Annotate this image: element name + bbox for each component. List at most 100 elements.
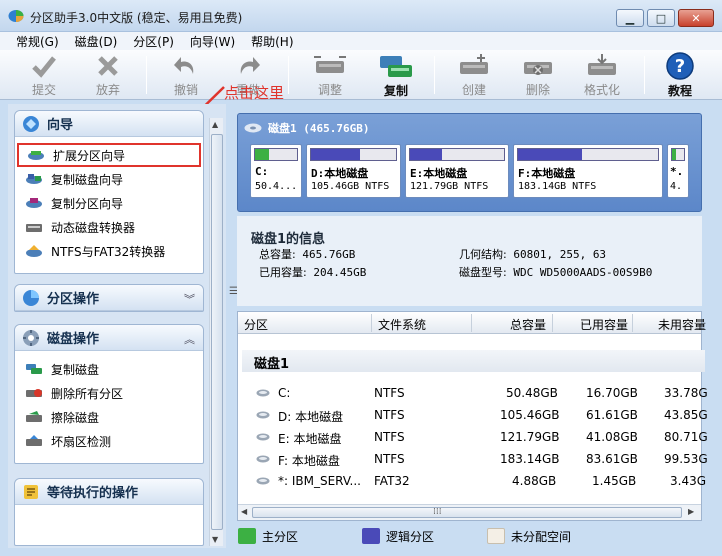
table-row[interactable]: D: 本地磁盘 NTFS 105.46GB 61.61GB 43.85G (238, 404, 708, 426)
table-horizontal-scrollbar[interactable]: ◀ ⁞⁞⁞ ▶ (238, 504, 701, 520)
partition-card-e[interactable]: E:本地磁盘 121.79GB NTFS (405, 144, 509, 198)
disk-group-row[interactable]: 磁盘1 (242, 350, 705, 372)
left-panel: 向导 扩展分区向导 复制磁盘向导 复制分区向导 动态磁盘转换器 NTFS与FAT… (8, 104, 226, 548)
table-row[interactable]: F: 本地磁盘 NTFS 183.14GB 83.61GB 99.53G (238, 448, 708, 470)
table-row[interactable]: C: NTFS 50.48GB 16.70GB 33.78G (238, 382, 708, 404)
wizard-group: 向导 扩展分区向导 复制磁盘向导 复制分区向导 动态磁盘转换器 NTFS与FAT… (14, 110, 204, 274)
scroll-left-icon[interactable]: ◀ (241, 507, 247, 516)
horizontal-scroll-thumb[interactable]: ⁞⁞⁞ (252, 507, 682, 518)
disk-map-title[interactable]: 磁盘1 (465.76GB) (244, 120, 369, 136)
usage-fill (410, 149, 442, 160)
copy-drive-icon (380, 56, 412, 77)
window-title: 分区助手3.0中文版 (稳定、易用且免费) (30, 11, 243, 25)
pending-ops-header[interactable]: 等待执行的操作 (15, 479, 203, 505)
total-capacity-row: 总容量: 465.76GB (259, 248, 356, 261)
column-partition[interactable]: 分区 (244, 316, 268, 333)
check-icon (32, 55, 56, 78)
disk-ops-icon (23, 329, 39, 346)
pending-ops-icon (24, 484, 38, 499)
column-divider[interactable] (371, 314, 372, 332)
copy-partition-icon (26, 198, 42, 208)
partition-ops-group: 分区操作 ︾ (14, 284, 204, 312)
wizard-icon (23, 115, 39, 132)
usage-fill (672, 149, 676, 160)
column-free[interactable]: 未用容量 (658, 316, 706, 333)
delete-drive-icon (524, 61, 552, 75)
column-divider[interactable] (471, 314, 472, 332)
menu-general[interactable]: 常规(G) (10, 32, 69, 50)
discard-button[interactable]: 放弃 (78, 52, 138, 98)
format-button[interactable]: 格式化 (572, 52, 632, 98)
drive-icon (256, 477, 270, 485)
usage-fill (255, 149, 269, 160)
scroll-right-icon[interactable]: ▶ (688, 507, 694, 516)
bad-sector-icon (26, 435, 42, 446)
legend-primary: 主分区 (238, 526, 298, 546)
wipe-disk-item[interactable]: 擦除磁盘 (15, 405, 203, 429)
copy-disk-item[interactable]: 复制磁盘 (15, 357, 203, 381)
partition-ops-header[interactable]: 分区操作 ︾ (15, 285, 203, 311)
partition-card-f[interactable]: F:本地磁盘 183.14GB NTFS (513, 144, 663, 198)
copy-disk-wizard[interactable]: 复制磁盘向导 (15, 167, 203, 191)
dynamic-disk-converter[interactable]: 动态磁盘转换器 (15, 215, 203, 239)
column-total[interactable]: 总容量 (510, 316, 546, 333)
column-divider[interactable] (552, 314, 553, 332)
usage-fill (518, 149, 583, 160)
cross-icon (98, 55, 118, 76)
drive-icon (256, 411, 270, 419)
partition-card-ibm[interactable]: *. 4. (667, 144, 689, 198)
copy-button[interactable]: 复制 (366, 52, 426, 98)
partition-card-d[interactable]: D:本地磁盘 105.46GB NTFS (306, 144, 401, 198)
partition-ops-icon (23, 289, 39, 306)
close-icon: ✕ (691, 11, 701, 25)
scroll-grip-icon: ⁞⁞⁞ (433, 507, 442, 517)
scroll-thumb[interactable] (211, 134, 223, 530)
ntfs-fat32-converter[interactable]: NTFS与FAT32转换器 (15, 239, 203, 263)
partition-card-c[interactable]: C: 50.4... (250, 144, 302, 198)
partition-table: 分区 文件系统 总容量 已用容量 未用容量 磁盘1 C: NTFS 50.48G… (237, 311, 708, 521)
column-used[interactable]: 已用容量 (580, 316, 628, 333)
adjust-button[interactable]: 调整 (300, 52, 360, 98)
table-header: 分区 文件系统 总容量 已用容量 未用容量 (238, 312, 706, 334)
usage-bar (409, 148, 505, 161)
bad-sector-check-item[interactable]: 坏扇区检测 (15, 429, 203, 453)
hard-disk-icon (244, 123, 262, 133)
minimize-button[interactable]: ▁ (616, 9, 644, 27)
maximize-button[interactable]: □ (647, 9, 675, 27)
disk-ops-group: 磁盘操作 ︽ 复制磁盘 删除所有分区 擦除磁盘 坏扇区检测 (14, 324, 204, 464)
menu-partition[interactable]: 分区(P) (127, 32, 184, 50)
close-button[interactable]: ✕ (678, 9, 714, 27)
disk-ops-header[interactable]: 磁盘操作 ︽ (15, 325, 203, 351)
format-drive-icon (588, 53, 616, 75)
menu-help[interactable]: 帮助(H) (245, 32, 303, 50)
delete-all-partitions-item[interactable]: 删除所有分区 (15, 381, 203, 405)
tutorial-button[interactable]: ? 教程 (650, 52, 710, 98)
menu-bar: 常规(G) 磁盘(D) 分区(P) 向导(W) 帮助(H) (0, 32, 722, 50)
delete-button[interactable]: 删除 (508, 52, 568, 98)
scroll-down-icon[interactable]: ▼ (212, 535, 218, 544)
toolbar-separator (288, 56, 289, 94)
create-button[interactable]: 创建 (444, 52, 504, 98)
collapse-chevron-icon[interactable]: ︽ (184, 331, 195, 347)
wizard-group-header[interactable]: 向导 (15, 111, 203, 137)
title-bar: 分区助手3.0中文版 (稳定、易用且免费) ▁ □ ✕ (0, 0, 722, 32)
copy-disk-icon (26, 174, 42, 184)
drive-icon (256, 433, 270, 441)
menu-wizard[interactable]: 向导(W) (184, 32, 245, 50)
table-row[interactable]: E: 本地磁盘 NTFS 121.79GB 41.08GB 80.71G (238, 426, 708, 448)
scroll-up-icon[interactable]: ▲ (212, 120, 218, 129)
usage-bar (254, 148, 298, 161)
resize-drive-icon (314, 55, 346, 73)
left-panel-scrollbar[interactable]: ▲ ▼ (209, 118, 223, 546)
submit-button[interactable]: 提交 (14, 52, 74, 98)
dynamic-disk-icon (26, 224, 42, 232)
pending-ops-group: 等待执行的操作 (14, 478, 204, 546)
table-row[interactable]: *: IBM_SERV... FAT32 4.88GB 1.45GB 3.43G (238, 470, 706, 492)
column-divider[interactable] (632, 314, 633, 332)
menu-disk[interactable]: 磁盘(D) (69, 32, 128, 50)
column-filesystem[interactable]: 文件系统 (378, 316, 426, 333)
drive-icon (256, 455, 270, 463)
expand-chevron-icon[interactable]: ︾ (184, 291, 195, 307)
extend-partition-wizard[interactable]: 扩展分区向导 (17, 143, 201, 167)
copy-partition-wizard[interactable]: 复制分区向导 (15, 191, 203, 215)
